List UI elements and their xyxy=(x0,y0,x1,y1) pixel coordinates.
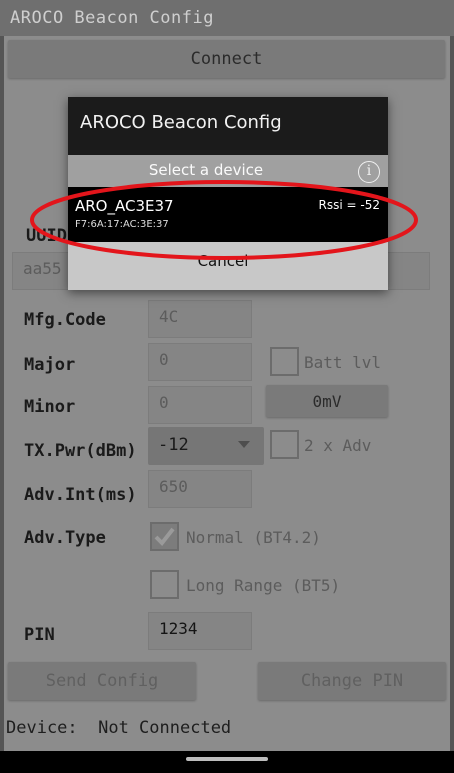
app-title: AROCO Beacon Config xyxy=(10,8,214,28)
major-input[interactable]: 0 xyxy=(148,343,252,381)
adv-int-input[interactable]: 650 xyxy=(148,470,252,508)
checkbox-checked-icon xyxy=(154,527,175,547)
system-nav-bar xyxy=(0,751,454,773)
device-status: Device: Not Connected xyxy=(6,718,232,738)
major-label: Major xyxy=(24,355,76,375)
mfg-code-input[interactable]: 4C xyxy=(148,300,252,338)
tx-pwr-label: TX.Pwr(dBm) xyxy=(24,441,137,461)
battery-read-button[interactable]: 0mV xyxy=(266,385,388,417)
batt-lvl-label: Batt lvl xyxy=(304,353,382,372)
long-range-label: Long Range (BT5) xyxy=(186,576,341,595)
highlight-ellipse xyxy=(30,180,418,260)
minor-label: Minor xyxy=(24,397,76,417)
send-config-button[interactable]: Send Config xyxy=(8,662,196,700)
mfg-code-label: Mfg.Code xyxy=(24,310,106,330)
highlight-ellipse-stroke xyxy=(30,180,418,260)
dropdown-caret-icon xyxy=(238,441,250,448)
pin-label: PIN xyxy=(24,625,55,645)
dialog-subtitle: Select a device xyxy=(148,161,264,179)
connect-button[interactable]: Connect xyxy=(8,40,445,78)
app-title-bar: AROCO Beacon Config xyxy=(0,0,454,36)
tx-pwr-value: -12 xyxy=(158,435,189,455)
home-gesture-handle[interactable] xyxy=(186,757,268,761)
dialog-title: AROCO Beacon Config xyxy=(80,112,282,133)
normal-radio[interactable] xyxy=(150,522,179,551)
pin-input[interactable]: 1234 xyxy=(148,612,252,650)
tx-pwr-select[interactable]: -12 xyxy=(148,427,264,465)
two-x-adv-checkbox[interactable] xyxy=(270,430,299,459)
minor-input[interactable]: 0 xyxy=(148,386,252,424)
long-range-radio[interactable] xyxy=(150,570,179,599)
batt-lvl-checkbox[interactable] xyxy=(270,347,299,376)
adv-type-label: Adv.Type xyxy=(24,528,106,548)
normal-label: Normal (BT4.2) xyxy=(186,528,321,547)
two-x-adv-label: 2 x Adv xyxy=(304,436,372,455)
change-pin-button[interactable]: Change PIN xyxy=(258,662,446,700)
adv-int-label: Adv.Int(ms) xyxy=(24,485,137,505)
